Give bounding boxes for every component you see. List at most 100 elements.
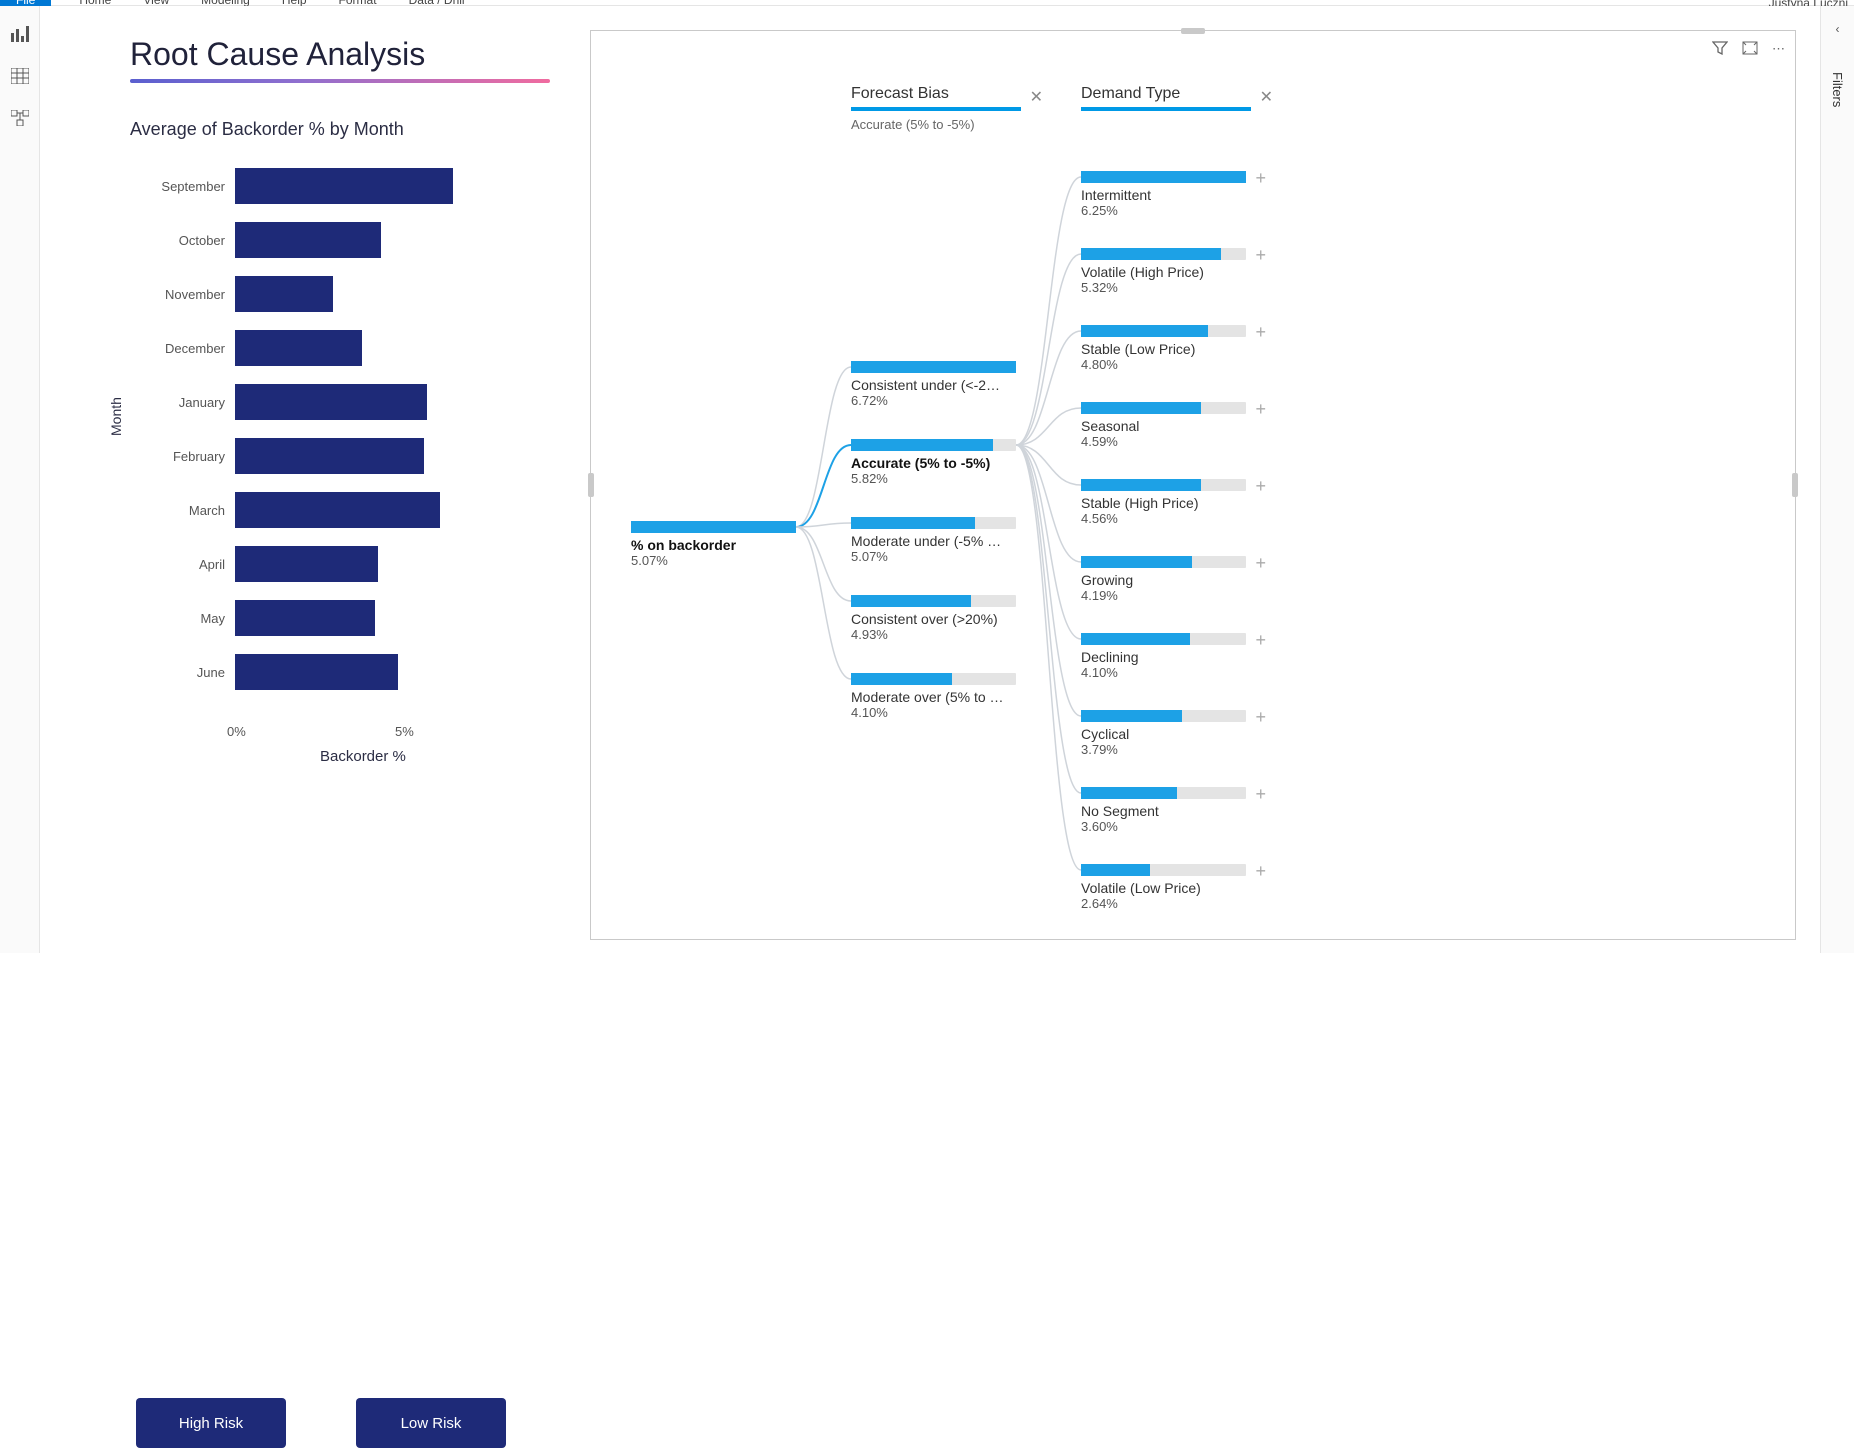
bar-category-label: November (130, 287, 235, 302)
report-view-icon[interactable] (8, 24, 32, 44)
bar-row[interactable]: March (130, 492, 535, 528)
bar-fill (235, 654, 398, 690)
bar-chart-title: Average of Backorder % by Month (130, 119, 570, 140)
node-value: 6.72% (851, 393, 1016, 408)
plus-icon[interactable]: + (1255, 861, 1266, 882)
bar-category-label: September (130, 179, 235, 194)
bar-category-label: May (130, 611, 235, 626)
low-risk-button[interactable]: Low Risk (356, 1398, 506, 1448)
bar-fill (235, 276, 333, 312)
level1-header[interactable]: Forecast Bias ✕ (851, 85, 1021, 111)
bar-fill (235, 492, 440, 528)
bar-category-label: January (130, 395, 235, 410)
node-label: Stable (Low Price) (1081, 341, 1246, 357)
bar-row[interactable]: January (130, 384, 535, 420)
decomp-level2-node[interactable]: Declining4.10%+ (1081, 633, 1246, 680)
plus-icon[interactable]: + (1255, 553, 1266, 574)
focus-mode-icon[interactable] (1742, 41, 1758, 58)
node-label: Volatile (Low Price) (1081, 880, 1246, 896)
plus-icon[interactable]: + (1255, 322, 1266, 343)
left-view-switcher (0, 6, 40, 953)
bar-row[interactable]: November (130, 276, 535, 312)
bar-category-label: October (130, 233, 235, 248)
page-title: Root Cause Analysis (130, 36, 570, 73)
plus-icon[interactable]: + (1255, 168, 1266, 189)
node-value: 4.56% (1081, 511, 1246, 526)
decomp-level2-node[interactable]: Seasonal4.59%+ (1081, 402, 1246, 449)
chevron-left-icon[interactable]: ‹ (1836, 22, 1840, 36)
decomp-level1-node[interactable]: Consistent over (>20%)4.93% (851, 595, 1016, 642)
node-label: Accurate (5% to -5%) (851, 455, 1016, 471)
filters-pane-collapsed[interactable]: ‹ Filters (1820, 6, 1854, 953)
node-value: 2.64% (1081, 896, 1246, 911)
plus-icon[interactable]: + (1255, 399, 1266, 420)
plus-icon[interactable]: + (1255, 245, 1266, 266)
resize-handle-left[interactable] (588, 473, 594, 497)
decomp-level1-node[interactable]: Accurate (5% to -5%)5.82% (851, 439, 1016, 486)
node-label: Volatile (High Price) (1081, 264, 1246, 280)
node-value: 4.93% (851, 627, 1016, 642)
more-options-icon[interactable]: ⋯ (1772, 41, 1785, 58)
bar-row[interactable]: September (130, 168, 535, 204)
plus-icon[interactable]: + (1255, 784, 1266, 805)
node-value: 4.19% (1081, 588, 1246, 603)
close-icon[interactable]: ✕ (1030, 87, 1043, 107)
node-label: Consistent under (<-2… (851, 377, 1016, 393)
bar-chart[interactable]: Month SeptemberOctoberNovemberDecemberJa… (130, 168, 550, 758)
node-label: Consistent over (>20%) (851, 611, 1016, 627)
bar-row[interactable]: October (130, 222, 535, 258)
bar-category-label: March (130, 503, 235, 518)
plus-icon[interactable]: + (1255, 476, 1266, 497)
bar-row[interactable]: April (130, 546, 535, 582)
decomp-level2-node[interactable]: Volatile (High Price)5.32%+ (1081, 248, 1246, 295)
bar-fill (235, 546, 378, 582)
model-view-icon[interactable] (8, 108, 32, 128)
bar-fill (235, 168, 453, 204)
plus-icon[interactable]: + (1255, 707, 1266, 728)
decomp-level2-node[interactable]: Stable (High Price)4.56%+ (1081, 479, 1246, 526)
node-label: Seasonal (1081, 418, 1246, 434)
node-label: Growing (1081, 572, 1246, 588)
filter-icon[interactable] (1712, 41, 1728, 58)
plus-icon[interactable]: + (1255, 630, 1266, 651)
resize-handle-top[interactable] (1181, 28, 1205, 34)
decomp-level2-node[interactable]: Intermittent6.25%+ (1081, 171, 1246, 218)
decomposition-tree-visual[interactable]: ⋯ Forecast Bias ✕ Accurate (5% to -5%) D… (590, 30, 1796, 940)
data-view-icon[interactable] (8, 66, 32, 86)
root-value: 5.07% (631, 553, 796, 568)
left-visual-card: Root Cause Analysis Average of Backorder… (130, 36, 570, 936)
bar-fill (235, 438, 424, 474)
level2-header[interactable]: Demand Type ✕ (1081, 85, 1251, 111)
resize-handle-right[interactable] (1792, 473, 1798, 497)
node-value: 5.07% (851, 549, 1016, 564)
decomp-level2-node[interactable]: Volatile (Low Price)2.64%+ (1081, 864, 1246, 911)
decomp-level1-node[interactable]: Moderate over (5% to …4.10% (851, 673, 1016, 720)
bar-fill (235, 330, 362, 366)
level1-header-label: Forecast Bias (851, 85, 949, 102)
node-label: No Segment (1081, 803, 1246, 819)
node-label: Cyclical (1081, 726, 1246, 742)
decomp-root-node[interactable]: % on backorder 5.07% (631, 521, 796, 568)
high-risk-button[interactable]: High Risk (136, 1398, 286, 1448)
bar-row[interactable]: December (130, 330, 535, 366)
node-label: Moderate over (5% to … (851, 689, 1016, 705)
node-label: Intermittent (1081, 187, 1246, 203)
bar-row[interactable]: February (130, 438, 535, 474)
bar-row[interactable]: June (130, 654, 535, 690)
risk-buttons: High Risk Low Risk (130, 1398, 570, 1448)
decomp-level2-node[interactable]: Cyclical3.79%+ (1081, 710, 1246, 757)
report-canvas: Root Cause Analysis Average of Backorder… (40, 6, 1820, 953)
decomp-level1-node[interactable]: Consistent under (<-2…6.72% (851, 361, 1016, 408)
bar-fill (235, 384, 427, 420)
decomp-level2-node[interactable]: Growing4.19%+ (1081, 556, 1246, 603)
node-value: 3.79% (1081, 742, 1246, 757)
bar-row[interactable]: May (130, 600, 535, 636)
close-icon[interactable]: ✕ (1260, 87, 1273, 107)
decomp-level1-node[interactable]: Moderate under (-5% …5.07% (851, 517, 1016, 564)
node-label: Declining (1081, 649, 1246, 665)
low-risk-label: Low Risk (401, 1415, 462, 1432)
node-value: 4.10% (851, 705, 1016, 720)
decomp-level2-node[interactable]: Stable (Low Price)4.80%+ (1081, 325, 1246, 372)
decomp-level2-node[interactable]: No Segment3.60%+ (1081, 787, 1246, 834)
node-label: Stable (High Price) (1081, 495, 1246, 511)
